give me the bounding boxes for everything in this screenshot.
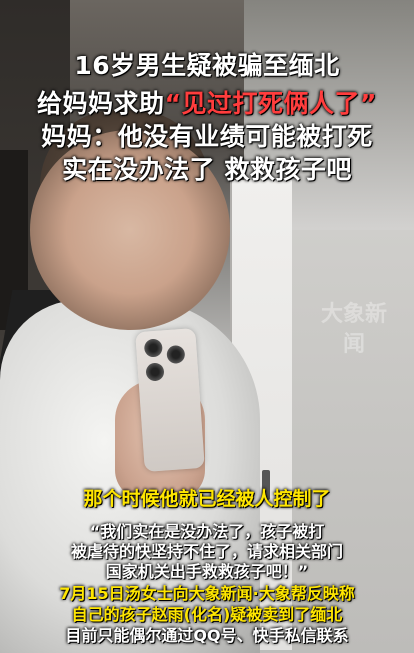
- video-frame: 大象新闻 16岁男生疑被骗至缅北 给妈妈求助“见过打死俩人了” 妈妈：他没有业绩…: [0, 0, 414, 653]
- headline-line-4: 实在没办法了 救救孩子吧: [62, 155, 352, 184]
- news-line: 目前只能偶尔通过QQ号、快手私信联系: [65, 626, 349, 645]
- headline-line-1: 16岁男生疑被骗至缅北: [74, 51, 340, 80]
- quote-line: 被虐待的快坚持不住了，请求相关部门: [70, 542, 343, 561]
- headline-line-2: 给妈妈求助“见过打死俩人了”: [0, 84, 414, 120]
- subtitle-caption: 那个时候他就已经被人控制了: [83, 488, 331, 510]
- news-line: 自己的孩子赵雨(化名)疑被卖到了缅北: [71, 605, 343, 624]
- quote-block: “我们实在是没办法了，孩子被打 被虐待的快坚持不住了，请求相关部门 国家机关出手…: [0, 522, 414, 582]
- headline-line-2-prefix: 给妈妈求助: [37, 89, 165, 118]
- headline-line-3: 妈妈：他没有业绩可能被打死: [41, 122, 373, 151]
- camera-lens-icon: [145, 362, 165, 382]
- camera-lens-icon: [143, 338, 163, 358]
- news-line: 7月15日汤女士向大象新闻·大象帮反映称: [59, 584, 355, 603]
- news-watermark: 大象新闻: [320, 302, 387, 357]
- quote-line: 国家机关出手救救孩子吧！”: [105, 562, 309, 581]
- quote-line: “我们实在是没办法了，孩子被打: [89, 522, 325, 541]
- camera-lens-icon: [166, 344, 186, 365]
- news-block: 7月15日汤女士向大象新闻·大象帮反映称 自己的孩子赵雨(化名)疑被卖到了缅北 …: [0, 583, 414, 646]
- smartphone: [135, 328, 205, 472]
- headline-line-2-quote: “见过打死俩人了”: [164, 89, 377, 118]
